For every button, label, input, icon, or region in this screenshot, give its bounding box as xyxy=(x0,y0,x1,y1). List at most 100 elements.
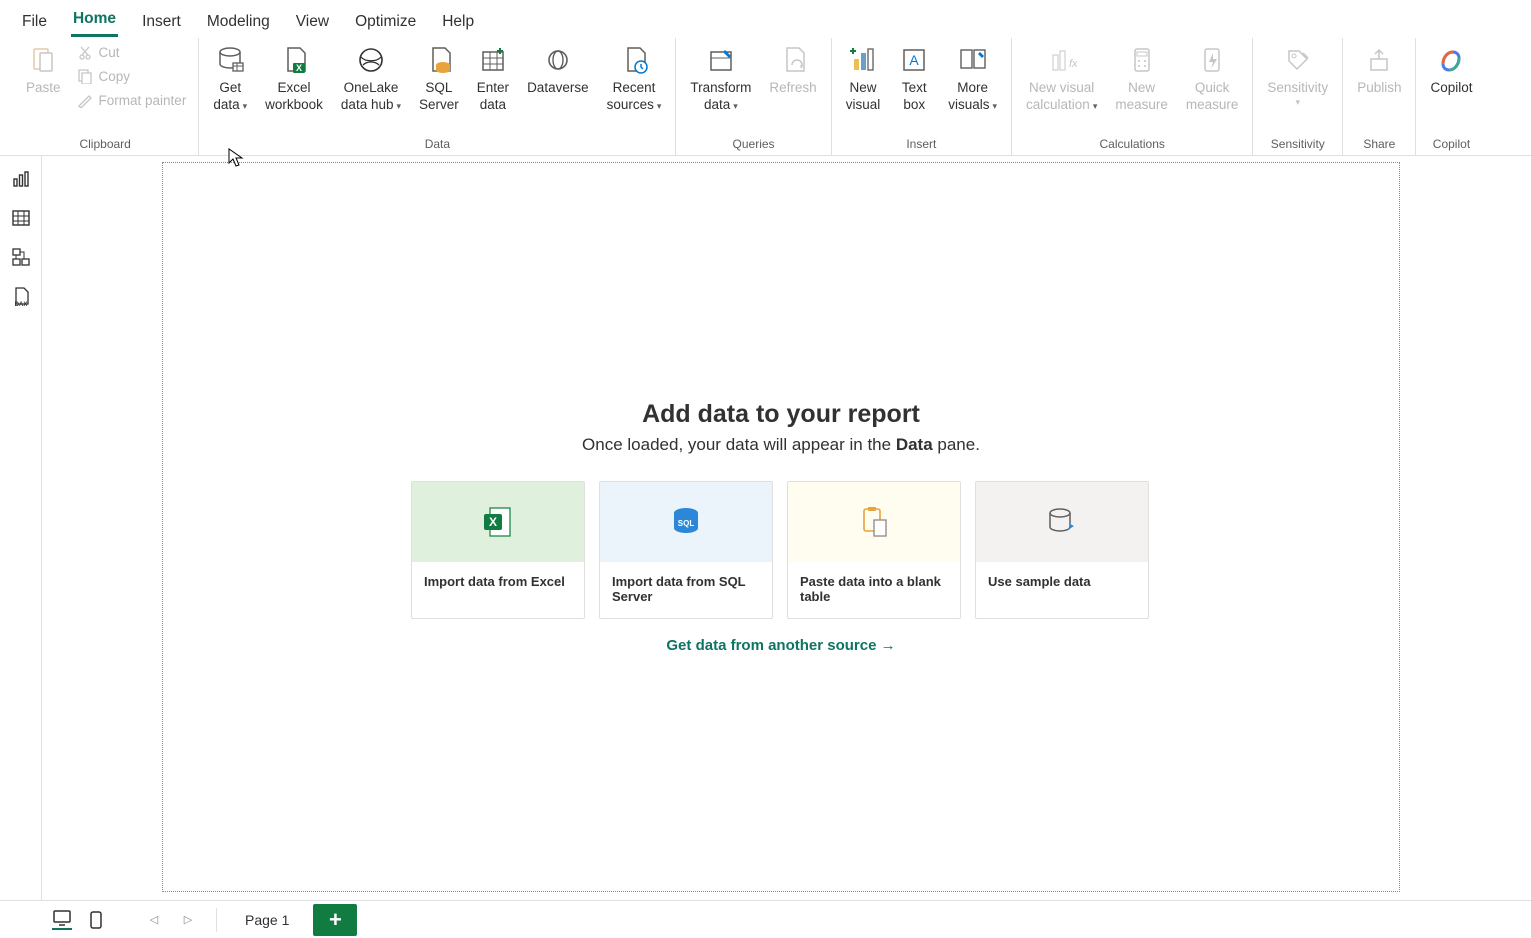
copy-button: Copy xyxy=(73,66,191,86)
group-share-label: Share xyxy=(1363,134,1395,155)
next-page-icon[interactable]: ▷ xyxy=(178,910,198,930)
copilot-button[interactable]: Copilot xyxy=(1424,40,1478,97)
recent-icon xyxy=(618,44,650,76)
new-visual-button[interactable]: New visual xyxy=(840,40,887,114)
data-source-cards: X Import data from Excel SQL Import data… xyxy=(411,481,1151,619)
group-copilot: Copilot Copilot xyxy=(1416,38,1486,155)
onelake-data-hub-button[interactable]: OneLake data hub xyxy=(335,40,407,114)
transform-data-button[interactable]: Transform data xyxy=(684,40,757,114)
sql-server-label: SQL Server xyxy=(419,80,459,114)
excel-icon: X xyxy=(480,504,516,540)
chart-icon xyxy=(847,44,879,76)
format-painter-button: Format painter xyxy=(73,90,191,110)
tab-modeling[interactable]: Modeling xyxy=(205,5,272,37)
add-data-placeholder: Add data to your report Once loaded, you… xyxy=(411,400,1151,654)
clipboard-icon xyxy=(856,504,892,540)
calculator-icon xyxy=(1126,44,1158,76)
svg-text:X: X xyxy=(489,515,497,529)
group-insert-label: Insert xyxy=(906,134,936,155)
card-import-excel[interactable]: X Import data from Excel xyxy=(411,481,585,619)
excel-workbook-button[interactable]: X Excel workbook xyxy=(259,40,329,114)
report-view-icon[interactable] xyxy=(10,168,32,190)
sensitivity-button: Sensitivity ▾ xyxy=(1261,40,1334,108)
text-box-button[interactable]: A Text box xyxy=(892,40,936,114)
format-painter-label: Format painter xyxy=(99,93,187,108)
add-page-button[interactable]: + xyxy=(313,904,357,936)
desktop-layout-icon[interactable] xyxy=(52,910,72,930)
data-view-icon[interactable] xyxy=(10,207,32,229)
tab-home[interactable]: Home xyxy=(71,2,118,37)
card-sample-data-label: Use sample data xyxy=(976,562,1148,603)
copilot-label: Copilot xyxy=(1430,80,1472,97)
new-visual-calculation-label: New visual calculation xyxy=(1026,80,1097,114)
group-sensitivity: Sensitivity ▾ Sensitivity xyxy=(1253,38,1343,155)
paste-label: Paste xyxy=(26,80,61,97)
model-view-icon[interactable] xyxy=(10,246,32,268)
quick-measure-label: Quick measure xyxy=(1186,80,1239,114)
menu-bar: File Home Insert Modeling View Optimize … xyxy=(0,0,1531,38)
card-paste-table-label: Paste data into a blank table xyxy=(788,562,960,618)
dax-view-icon[interactable]: DAX xyxy=(10,285,32,307)
group-data-label: Data xyxy=(425,134,450,155)
svg-text:A: A xyxy=(910,52,920,68)
sql-server-button[interactable]: SQL Server xyxy=(413,40,465,114)
more-visuals-label: More visuals xyxy=(948,80,997,114)
recent-sources-button[interactable]: Recent sources xyxy=(601,40,668,114)
tab-optimize[interactable]: Optimize xyxy=(353,5,418,37)
card-paste-table[interactable]: Paste data into a blank table xyxy=(787,481,961,619)
table-plus-icon xyxy=(477,44,509,76)
svg-text:X: X xyxy=(296,63,302,73)
svg-text:fx: fx xyxy=(1069,58,1077,70)
separator xyxy=(216,908,217,932)
report-canvas[interactable]: Add data to your report Once loaded, you… xyxy=(162,162,1400,892)
card-import-sql[interactable]: SQL Import data from SQL Server xyxy=(599,481,773,619)
new-measure-label: New measure xyxy=(1115,80,1168,114)
tab-view[interactable]: View xyxy=(294,5,331,37)
group-sensitivity-label: Sensitivity xyxy=(1271,134,1325,155)
publish-button: Publish xyxy=(1351,40,1407,97)
dataverse-icon xyxy=(542,44,574,76)
paste-button: Paste xyxy=(20,40,67,97)
recent-sources-label: Recent sources xyxy=(607,80,662,114)
sensitivity-label: Sensitivity xyxy=(1267,80,1328,97)
mobile-layout-icon[interactable] xyxy=(86,910,106,930)
ribbon: Paste Cut Copy Format painter Clipboard xyxy=(0,38,1531,156)
scissors-icon xyxy=(77,44,93,60)
refresh-icon xyxy=(777,44,809,76)
prev-page-icon[interactable]: ◁ xyxy=(144,910,164,930)
tab-help[interactable]: Help xyxy=(440,5,476,37)
enter-data-button[interactable]: Enter data xyxy=(471,40,515,114)
enter-data-label: Enter data xyxy=(477,80,509,114)
textbox-icon: A xyxy=(898,44,930,76)
dataverse-button[interactable]: Dataverse xyxy=(521,40,595,97)
text-box-label: Text box xyxy=(902,80,927,114)
group-data: Get data X Excel workbook OneLake data h… xyxy=(199,38,676,155)
group-queries: Transform data Refresh Queries xyxy=(676,38,831,155)
tab-file[interactable]: File xyxy=(20,5,49,37)
transform-icon xyxy=(705,44,737,76)
sql-icon xyxy=(423,44,455,76)
get-data-button[interactable]: Get data xyxy=(207,40,253,114)
card-import-excel-label: Import data from Excel xyxy=(412,562,584,603)
left-view-bar: DAX xyxy=(0,156,42,900)
cut-button: Cut xyxy=(73,42,191,62)
svg-text:DAX: DAX xyxy=(14,302,27,306)
group-clipboard: Paste Cut Copy Format painter Clipboard xyxy=(12,38,199,155)
cut-label: Cut xyxy=(99,45,120,60)
get-data-label: Get data xyxy=(213,80,247,114)
tab-insert[interactable]: Insert xyxy=(140,5,183,37)
get-data-another-source-link[interactable]: Get data from another source → xyxy=(411,637,1151,654)
placeholder-subtitle: Once loaded, your data will appear in th… xyxy=(411,435,1151,455)
page-tab-1[interactable]: Page 1 xyxy=(235,906,299,934)
workspace: DAX Add data to your report Once loaded,… xyxy=(0,156,1400,900)
subtitle-bold: Data xyxy=(896,435,933,454)
sql-icon: SQL xyxy=(668,504,704,540)
group-clipboard-label: Clipboard xyxy=(79,134,130,155)
refresh-label: Refresh xyxy=(769,80,816,97)
dataverse-label: Dataverse xyxy=(527,80,589,97)
card-sample-data[interactable]: Use sample data xyxy=(975,481,1149,619)
paste-icon xyxy=(27,44,59,76)
tag-icon xyxy=(1282,44,1314,76)
copy-label: Copy xyxy=(99,69,131,84)
more-visuals-button[interactable]: More visuals xyxy=(942,40,1003,114)
